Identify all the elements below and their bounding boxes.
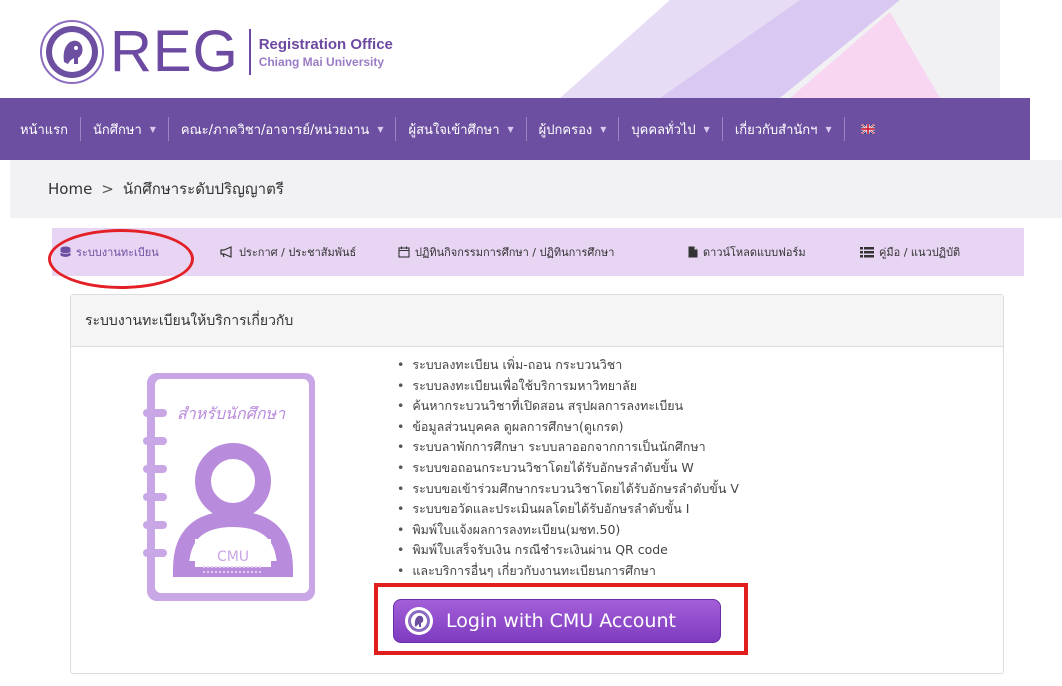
- breadcrumb-separator: >: [101, 180, 114, 198]
- login-cmu-account-button[interactable]: Login with CMU Account: [393, 599, 721, 643]
- registration-panel: ระบบงานทะเบียนให้บริการเกี่ยวกับ สำหรับน…: [70, 294, 1004, 674]
- logo-subtitle: Registration Office Chiang Mai Universit…: [259, 35, 393, 70]
- list-item: ระบบขอเข้าร่วมศึกษากระบวนวิชาโดยได้รับอั…: [397, 479, 739, 500]
- list-icon: [860, 246, 874, 258]
- site-logo[interactable]: REG Registration Office Chiang Mai Unive…: [40, 20, 393, 84]
- list-item: ระบบลงทะเบียน เพิ่ม-ถอน กระบวนวิชา: [397, 355, 739, 376]
- list-item: และบริการอื่นๆ เกี่ยวกับงานทะเบียนการศึก…: [397, 561, 739, 582]
- cmu-seal-icon: [405, 607, 433, 635]
- caret-down-icon: ▼: [703, 124, 710, 134]
- list-item: ข้อมูลส่วนบุคคล ดูผลการศึกษา(ดูเกรด): [397, 417, 739, 438]
- list-item: พิมพ์ใบแจ้งผลการลงทะเบียน(มชท.50): [397, 520, 739, 541]
- logo-text: REG: [110, 19, 239, 84]
- tab-manuals[interactable]: คู่มือ / แนวปฏิบัติ: [860, 228, 960, 276]
- tab-label: ปฏิทินกิจกรรมการศึกษา / ปฏิทินการศึกษา: [415, 246, 615, 259]
- section-tabs: ระบบงานทะเบียน ประกาศ / ประชาสัมพันธ์ ปฏ…: [52, 228, 1024, 276]
- breadcrumb: Home > นักศึกษาระดับปริญญาตรี: [10, 160, 1062, 218]
- megaphone-icon: [220, 246, 234, 258]
- header-decoration: [560, 0, 1000, 98]
- nav-home[interactable]: หน้าแรก: [8, 98, 80, 160]
- caret-down-icon: ▼: [507, 124, 514, 134]
- student-notebook-illustration: สำหรับนักศึกษา CMU: [143, 373, 315, 601]
- site-header: REG Registration Office Chiang Mai Unive…: [0, 0, 1062, 98]
- illustration-badge: CMU: [217, 549, 249, 565]
- nav-label: บุคคลทั่วไป: [631, 122, 696, 138]
- list-item: ค้นหากระบวนวิชาที่เปิดสอน สรุปผลการลงทะเ…: [397, 396, 739, 417]
- caret-down-icon: ▼: [825, 124, 832, 134]
- nav-label: หน้าแรก: [20, 122, 68, 138]
- org-name: Registration Office: [258, 35, 393, 53]
- nav-parents[interactable]: ผู้ปกครอง ▼: [527, 98, 619, 160]
- cmu-seal-icon: [40, 20, 104, 84]
- nav-faculty[interactable]: คณะ/ภาควิชา/อาจารย์/หน่วยงาน ▼: [169, 98, 396, 160]
- language-switch[interactable]: [845, 98, 887, 160]
- main-navbar: หน้าแรก นักศึกษา ▼ คณะ/ภาควิชา/อาจารย์/หน…: [0, 98, 1030, 160]
- calendar-icon: [398, 246, 410, 258]
- tab-label: ดาวน์โหลดแบบฟอร์ม: [703, 246, 806, 259]
- tab-label: คู่มือ / แนวปฏิบัติ: [879, 246, 961, 259]
- nav-label: ผู้ปกครอง: [538, 122, 593, 138]
- nav-prospective[interactable]: ผู้สนใจเข้าศึกษา ▼: [396, 98, 525, 160]
- services-list: ระบบลงทะเบียน เพิ่ม-ถอน กระบวนวิชา ระบบล…: [397, 355, 739, 582]
- highlight-circle: [48, 229, 194, 289]
- nav-label: นักศึกษา: [93, 122, 142, 138]
- list-item: พิมพ์ใบเสร็จรับเงิน กรณีชำระเงินผ่าน QR …: [397, 540, 739, 561]
- tab-academic-calendar[interactable]: ปฏิทินกิจกรรมการศึกษา / ปฏิทินการศึกษา: [398, 228, 614, 276]
- breadcrumb-current: นักศึกษาระดับปริญญาตรี: [122, 180, 284, 198]
- logo-divider: [248, 29, 251, 75]
- list-item: ระบบลงทะเบียนเพื่อใช้บริการมหาวิทยาลัย: [397, 376, 739, 397]
- caret-down-icon: ▼: [600, 124, 607, 134]
- caret-down-icon: ▼: [377, 124, 384, 134]
- tab-download-forms[interactable]: ดาวน์โหลดแบบฟอร์ม: [688, 228, 806, 276]
- breadcrumb-home[interactable]: Home: [48, 180, 92, 198]
- nav-about[interactable]: เกี่ยวกับสำนักฯ ▼: [723, 98, 844, 160]
- page: REG Registration Office Chiang Mai Unive…: [0, 0, 1062, 686]
- nav-public[interactable]: บุคคลทั่วไป ▼: [619, 98, 721, 160]
- nav-label: เกี่ยวกับสำนักฯ: [734, 122, 818, 138]
- tab-label: ประกาศ / ประชาสัมพันธ์: [239, 246, 357, 259]
- university-name: Chiang Mai University: [258, 54, 385, 69]
- list-item: ระบบขอถอนกระบวนวิชาโดยได้รับอักษรลำดับขั…: [397, 458, 739, 479]
- login-label: Login with CMU Account: [446, 610, 676, 632]
- tab-announcements[interactable]: ประกาศ / ประชาสัมพันธ์: [220, 228, 356, 276]
- illustration-caption: สำหรับนักศึกษา: [177, 404, 286, 423]
- list-item: ระบบลาพักการศึกษา ระบบลาออกจากการเป็นนัก…: [397, 437, 739, 458]
- panel-title: ระบบงานทะเบียนให้บริการเกี่ยวกับ: [71, 295, 1003, 347]
- caret-down-icon: ▼: [149, 124, 156, 134]
- nav-label: ผู้สนใจเข้าศึกษา: [408, 122, 500, 138]
- file-icon: [688, 246, 698, 258]
- uk-flag-icon: [860, 124, 875, 134]
- nav-students[interactable]: นักศึกษา ▼: [81, 98, 168, 160]
- list-item: ระบบขอวัดและประเมินผลโดยได้รับอักษรลำดับ…: [397, 499, 739, 520]
- nav-label: คณะ/ภาควิชา/อาจารย์/หน่วยงาน: [180, 122, 370, 138]
